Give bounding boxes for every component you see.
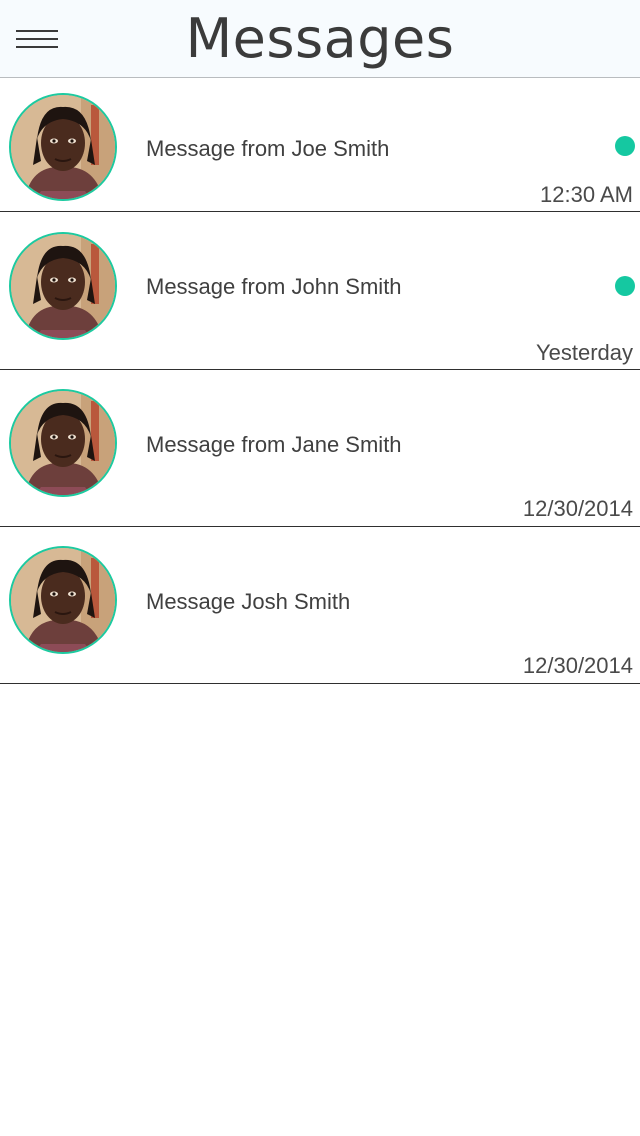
avatar (9, 93, 117, 201)
message-text: Message from John Smith (146, 274, 402, 299)
message-list: Message from Joe Smith 12:30 AM Message … (0, 78, 640, 684)
message-row[interactable]: Message Josh Smith 12/30/2014 (0, 527, 640, 684)
message-timestamp: 12/30/2014 (522, 653, 633, 678)
avatar (9, 546, 117, 654)
message-text: Message Josh Smith (146, 589, 351, 614)
page-title: Messages (185, 7, 455, 70)
avatar (9, 389, 117, 497)
avatar (9, 232, 117, 340)
message-row[interactable]: Message from John Smith Yesterday (0, 212, 640, 370)
unread-indicator-icon (615, 276, 635, 296)
message-row[interactable]: Message from Joe Smith 12:30 AM (0, 78, 640, 212)
message-timestamp: 12/30/2014 (522, 496, 633, 521)
app-header: Messages (0, 0, 640, 78)
message-timestamp: 12:30 AM (540, 182, 633, 207)
message-timestamp: Yesterday (535, 340, 633, 365)
unread-indicator-icon (615, 136, 635, 156)
message-row[interactable]: Message from Jane Smith 12/30/2014 (0, 370, 640, 527)
message-text: Message from Jane Smith (146, 432, 402, 457)
message-text: Message from Joe Smith (146, 136, 390, 161)
